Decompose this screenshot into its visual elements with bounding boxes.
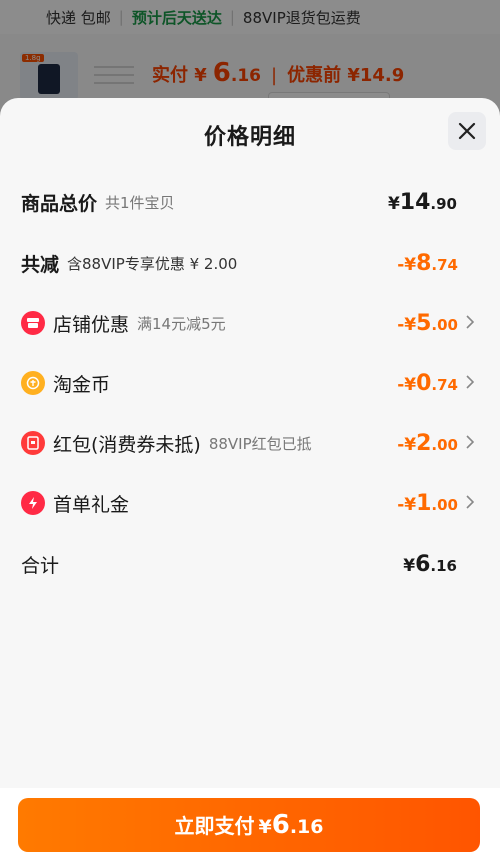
red-packet-amount: -¥ 2 .00	[397, 430, 458, 456]
chevron-right-icon	[466, 315, 474, 329]
shop-discount-sub: 满14元减5元	[137, 314, 226, 333]
red-packet-label: 红包(消费券未抵)	[53, 433, 201, 456]
row-coin-discount[interactable]: 淘金币 -¥ 0 .74	[0, 363, 500, 403]
row-red-packet[interactable]: 红包(消费券未抵) 88VIP红包已抵 -¥ 2 .00	[0, 423, 500, 463]
coin-icon	[21, 371, 45, 395]
shop-discount-amount: -¥ 5 .00	[397, 310, 458, 336]
coin-discount-amount: -¥ 0 .74	[397, 370, 458, 396]
row-total-discount: 共减 含88VIP专享优惠 ¥ 2.00 -¥ 8 .74	[0, 243, 500, 283]
first-order-gift-amount: -¥ 1 .00	[397, 490, 458, 516]
total-discount-label: 共减	[21, 253, 60, 276]
chevron-right-icon	[466, 435, 474, 449]
row-total-price: 商品总价 共1件宝贝 ¥ 14 .90	[0, 182, 500, 222]
lightning-icon	[21, 491, 45, 515]
row-shop-discount[interactable]: 店铺优惠 满14元减5元 -¥ 5 .00	[0, 303, 500, 343]
row-grand-total: 合计 ¥ 6 .16	[0, 544, 500, 584]
row-first-order-gift[interactable]: 首单礼金 -¥ 1 .00	[0, 483, 500, 523]
total-discount-sub: 含88VIP专享优惠 ¥ 2.00	[67, 254, 238, 273]
coin-discount-label: 淘金币	[53, 373, 111, 396]
first-order-gift-label: 首单礼金	[53, 493, 130, 516]
grand-total-label: 合计	[21, 554, 60, 577]
total-price-amount: ¥ 14 .90	[387, 189, 457, 215]
price-detail-sheet: 价格明细 商品总价 共1件宝贝 ¥ 14 .90 共减 含88VIP专享优惠 ¥…	[0, 98, 500, 865]
sheet-title: 价格明细	[203, 125, 296, 150]
chevron-right-icon	[466, 375, 474, 389]
total-discount-amount: -¥ 8 .74	[397, 250, 458, 276]
red-packet-icon	[21, 431, 45, 455]
total-price-label: 商品总价	[21, 192, 98, 215]
pay-now-button[interactable]: 立即支付 ¥ 6 .16	[18, 798, 480, 852]
red-packet-sub: 88VIP红包已抵	[208, 434, 312, 453]
close-button[interactable]	[448, 112, 486, 150]
close-icon	[458, 122, 476, 140]
pay-now-label: 立即支付	[174, 814, 255, 838]
shop-icon	[21, 311, 45, 335]
total-price-sub: 共1件宝贝	[105, 193, 175, 212]
shop-discount-label: 店铺优惠	[53, 313, 130, 336]
grand-total-amount: ¥ 6 .16	[403, 551, 457, 577]
chevron-right-icon	[466, 495, 474, 509]
footer-bar: 立即支付 ¥ 6 .16	[0, 788, 500, 865]
